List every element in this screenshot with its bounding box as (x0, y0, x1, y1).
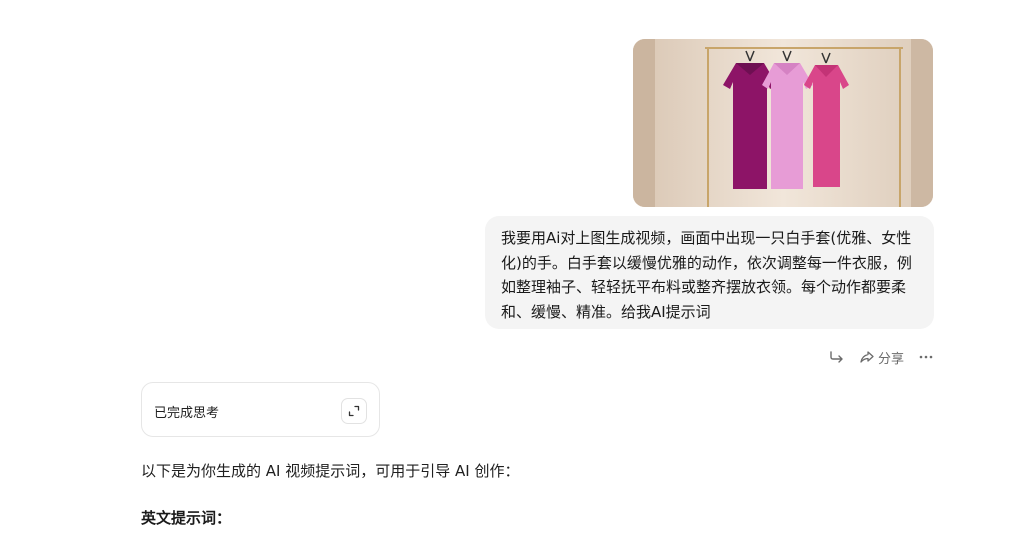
user-uploaded-image[interactable] (633, 39, 933, 207)
message-actions: 分享 (810, 347, 934, 367)
expand-icon (348, 405, 360, 417)
user-message-bubble: 我要用Ai对上图生成视频，画面中出现一只白手套(优雅、女性化)的手。白手套以缓慢… (485, 216, 934, 329)
share-button[interactable]: 分享 (859, 348, 904, 367)
assistant-intro-text: 以下是为你生成的 AI 视频提示词，可用于引导 AI 创作： (141, 462, 520, 480)
thinking-card[interactable]: 已完成思考 (141, 382, 380, 437)
more-button[interactable] (918, 349, 934, 365)
thinking-label: 已完成思考 (154, 406, 220, 421)
more-dots-icon (919, 355, 933, 359)
reply-button[interactable] (829, 349, 845, 365)
user-message-text: 我要用Ai对上图生成视频，画面中出现一只白手套(优雅、女性化)的手。白手套以缓慢… (501, 229, 912, 321)
section-heading: 英文提示词： (141, 509, 232, 527)
share-label: 分享 (877, 351, 904, 367)
clothing-rack-photo (633, 39, 933, 207)
expand-thinking-button[interactable] (341, 398, 367, 424)
reply-arrow-icon (830, 351, 843, 363)
share-icon (860, 351, 874, 363)
